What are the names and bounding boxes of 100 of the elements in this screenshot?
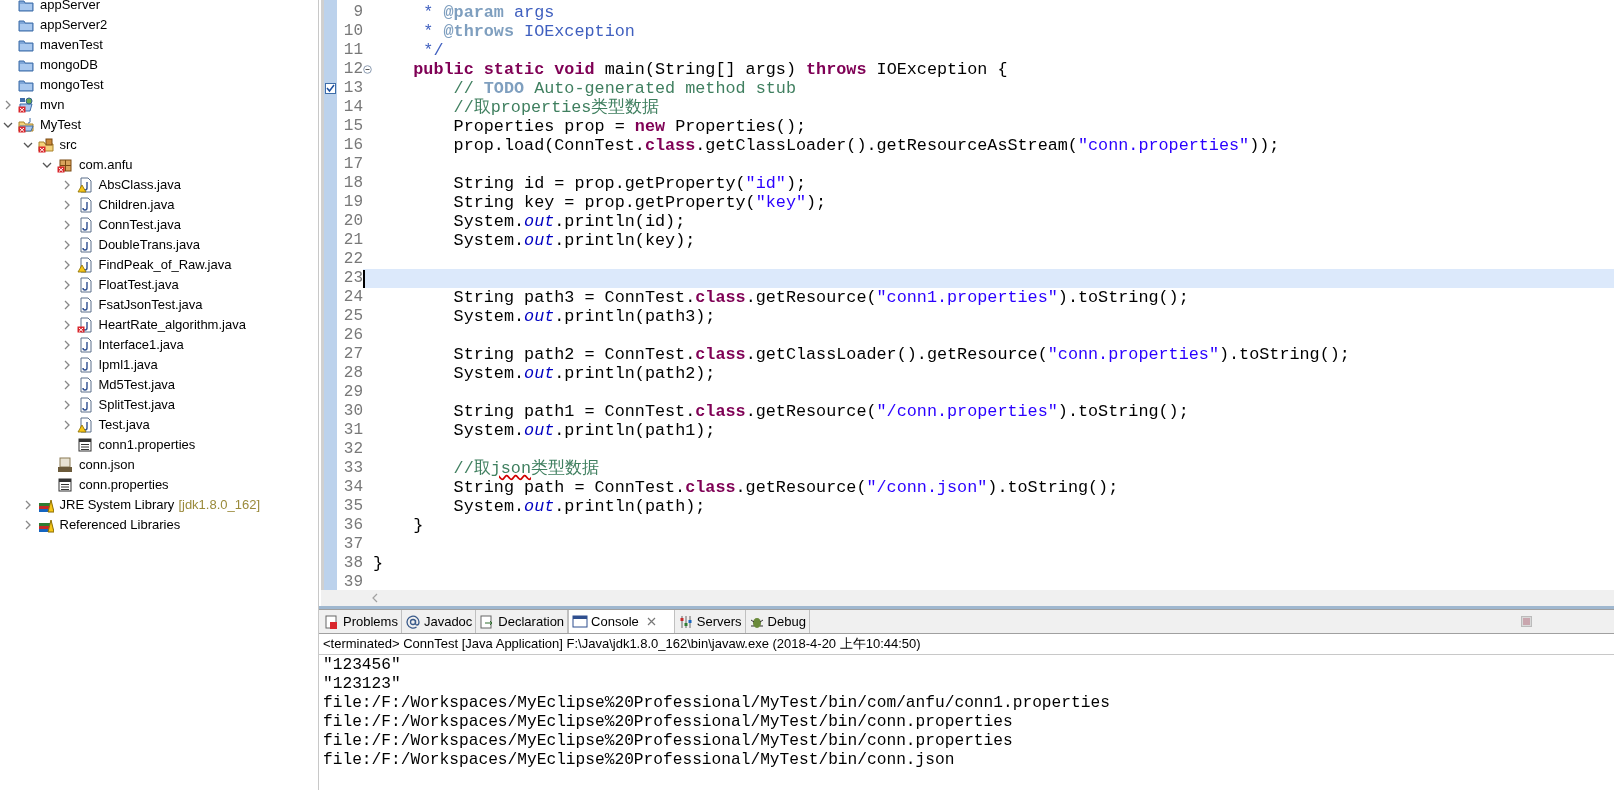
table-file-icon <box>58 478 72 492</box>
tree-item[interactable]: Ipml1.java <box>98 355 158 375</box>
tree-item[interactable]: DoubleTrans.java <box>98 235 200 255</box>
code-line: String path2 = ConnTest.class.getClassLoader().getResource("conn.properties").toString(); <box>452 345 1350 364</box>
line-number: 12 <box>342 60 363 79</box>
java-file-icon <box>80 377 91 393</box>
line-number: 35 <box>342 497 363 516</box>
tree-item[interactable]: AbsClass.java <box>98 175 181 195</box>
code-line: System.out.println(path3); <box>452 307 716 326</box>
chevron-down-icon[interactable] <box>42 160 52 170</box>
tree-item[interactable]: Interface1.java <box>98 335 184 355</box>
tree-item[interactable]: MyTest <box>40 115 82 135</box>
close-icon[interactable] <box>646 617 656 626</box>
code-line: System.out.println(path2); <box>452 364 716 383</box>
source-folder-icon <box>38 138 53 152</box>
code-line: * @param args <box>422 3 555 22</box>
java-file-icon <box>80 197 91 213</box>
tree-item[interactable]: Test.java <box>98 415 150 435</box>
line-number: 19 <box>342 193 363 212</box>
line-number: 24 <box>342 288 363 307</box>
json-file-icon <box>58 457 72 472</box>
java-file-icon <box>80 357 91 373</box>
line-number: 11 <box>342 41 363 60</box>
code-line: System.out.println(key); <box>452 231 696 250</box>
line-number: 28 <box>342 364 363 383</box>
tree-item[interactable]: com.anfu <box>79 155 133 175</box>
collapse-icon[interactable] <box>363 65 372 74</box>
tree-item[interactable]: Children.java <box>98 195 175 215</box>
console-output-line: file:/F:/Workspaces/MyEclipse%20Professional/MyTest/bin/conn.json <box>323 751 956 770</box>
java-file-icon <box>80 397 91 413</box>
code-line: } <box>372 554 384 573</box>
line-number: 33 <box>342 459 363 478</box>
line-number: 26 <box>342 326 363 345</box>
tree-item[interactable]: mavenTest <box>40 35 103 55</box>
line-number: 23 <box>342 269 363 288</box>
line-number: 15 <box>342 117 363 136</box>
line-number: 31 <box>342 421 363 440</box>
code-line: String id = prop.getProperty("id"); <box>452 174 807 193</box>
java-file-icon <box>80 217 91 233</box>
tree-item[interactable]: FindPeak_of_Raw.java <box>98 255 232 275</box>
horizontal-scrollbar[interactable] <box>321 590 1614 606</box>
tree-item[interactable]: conn1.properties <box>98 435 196 455</box>
tree-item[interactable]: appServer <box>40 0 100 15</box>
line-number: 18 <box>342 174 363 193</box>
tree-item[interactable]: HeartRate_algorithm.java <box>98 315 246 335</box>
code-line: String path = ConnTest.class.getResource("/conn.json").toString(); <box>452 478 1119 497</box>
tree-item[interactable]: src <box>59 135 77 155</box>
line-number: 13 <box>342 79 363 98</box>
tree-item[interactable]: FsatJsonTest.java <box>98 295 203 315</box>
java-file-icon <box>80 297 91 313</box>
view-tab[interactable]: Console <box>568 610 675 633</box>
chevron-down-icon[interactable] <box>3 120 13 130</box>
line-number: 39 <box>342 573 363 590</box>
tree-item[interactable]: conn.properties <box>79 475 169 495</box>
problems-icon <box>324 613 340 630</box>
folder-icon <box>18 40 34 52</box>
chevron-right-icon[interactable] <box>3 100 13 110</box>
console-icon <box>572 613 589 630</box>
line-number: 16 <box>342 136 363 155</box>
tree-item[interactable]: FloatTest.java <box>98 275 179 295</box>
line-number: 34 <box>342 478 363 497</box>
line-number: 10 <box>342 22 363 41</box>
tree-item[interactable]: ConnTest.java <box>98 215 181 235</box>
folder-icon <box>18 20 34 32</box>
line-number: 21 <box>342 231 363 250</box>
line-number: 17 <box>342 155 363 174</box>
folder-icon <box>18 0 34 12</box>
line-number: 14 <box>342 98 363 117</box>
java-file-icon <box>80 337 91 353</box>
tree-item[interactable]: appServer2 <box>40 15 108 35</box>
tree-item[interactable]: mvn <box>40 95 65 115</box>
code-line: System.out.println(path); <box>452 497 706 516</box>
line-number: 27 <box>342 345 363 364</box>
code-line: * @throws IOException <box>422 22 635 41</box>
line-number: 36 <box>342 516 363 535</box>
code-line: //取json类型数据 <box>452 459 599 478</box>
tree-item[interactable]: mongoTest <box>40 75 104 95</box>
chevron-left-icon[interactable] <box>371 593 379 603</box>
code-line: // TODO Auto-generated method stub <box>452 79 796 98</box>
tree-item[interactable]: mongoDB <box>40 55 98 75</box>
console-output-line: file:/F:/Workspaces/MyEclipse%20Professional/MyTest/bin/conn.properties <box>323 732 1014 751</box>
code-line: System.out.println(path1); <box>452 421 716 440</box>
code-line: System.out.println(id); <box>452 212 686 231</box>
code-line: } <box>412 516 424 535</box>
line-number: 25 <box>342 307 363 326</box>
at-sign-icon <box>404 613 421 630</box>
line-number: 30 <box>342 402 363 421</box>
code-line: */ <box>422 41 444 60</box>
tree-item[interactable]: Md5Test.java <box>98 375 176 395</box>
code-line: prop.load(ConnTest.class.getClassLoader().getResourceAsStream("conn.properties")); <box>452 136 1280 155</box>
line-number: 37 <box>342 535 363 554</box>
tree-item[interactable]: conn.json <box>79 455 135 475</box>
library-icon <box>38 519 54 533</box>
console-output-line: file:/F:/Workspaces/MyEclipse%20Professional/MyTest/bin/com/anfu/conn1.properties <box>323 694 1111 713</box>
code-line: //取properties类型数据 <box>452 98 660 117</box>
tree-item[interactable]: JRE System Library <box>59 495 175 515</box>
tree-item[interactable]: Referenced Libraries <box>59 515 181 535</box>
chevron-down-icon[interactable] <box>22 140 33 150</box>
tree-item[interactable]: SplitTest.java <box>98 395 176 415</box>
task-checkbox-icon[interactable] <box>325 83 336 94</box>
